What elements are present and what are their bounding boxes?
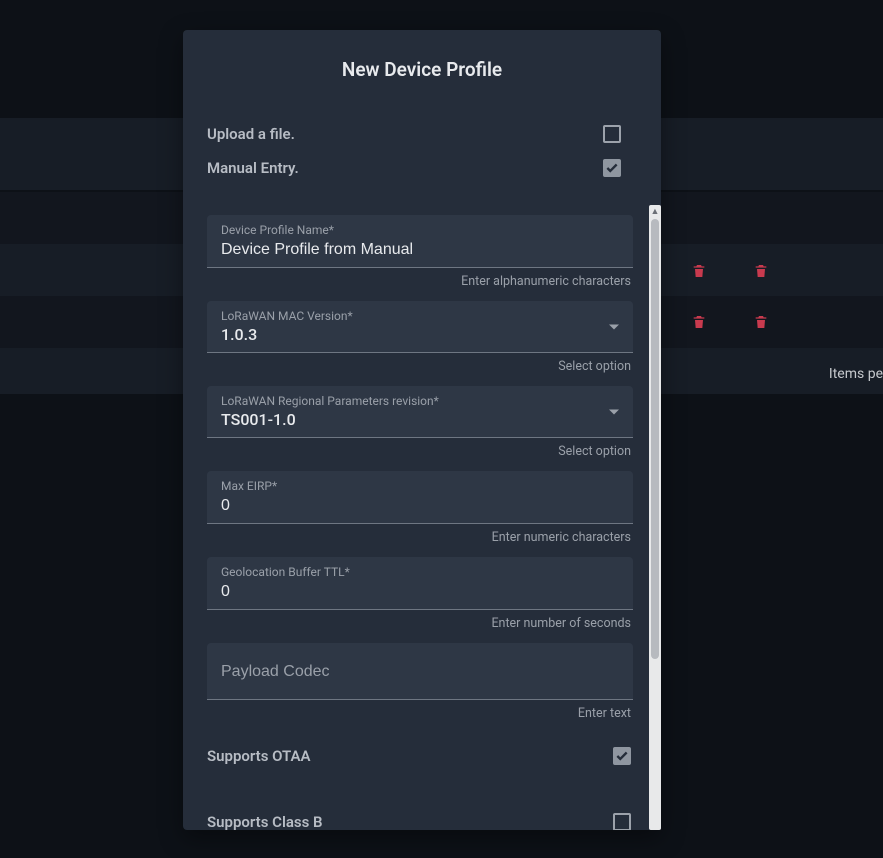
manual-entry-option[interactable]: Manual Entry.	[183, 151, 661, 185]
supports-class-b-row: Supports Class B	[207, 799, 633, 830]
payload-codec-field[interactable]	[207, 643, 633, 700]
trash-icon[interactable]	[753, 263, 769, 279]
field-helper: Enter number of seconds	[207, 616, 631, 631]
device-profile-name-input[interactable]	[221, 241, 619, 259]
scrollbar-thumb[interactable]	[651, 219, 659, 659]
max-eirp-field[interactable]: Max EIRP*	[207, 471, 633, 524]
payload-codec-input[interactable]	[221, 663, 619, 681]
upload-file-checkbox[interactable]	[603, 125, 621, 143]
device-profile-name-field[interactable]: Device Profile Name*	[207, 215, 633, 268]
upload-file-label: Upload a file.	[207, 125, 295, 143]
mac-version-field[interactable]: LoRaWAN MAC Version* 1.0.3	[207, 301, 633, 353]
field-helper: Enter text	[207, 706, 631, 721]
field-label: LoRaWAN MAC Version*	[221, 309, 619, 323]
upload-file-option[interactable]: Upload a file.	[183, 117, 661, 151]
mac-version-value: 1.0.3	[221, 325, 619, 344]
scrollbar[interactable]: ▲	[649, 205, 661, 830]
field-helper: Enter alphanumeric characters	[207, 274, 631, 289]
field-label: Geolocation Buffer TTL*	[221, 565, 619, 579]
supports-otaa-checkbox[interactable]	[613, 747, 631, 765]
geo-ttl-input[interactable]	[221, 583, 619, 601]
manual-entry-checkbox[interactable]	[603, 159, 621, 177]
field-label: Max EIRP*	[221, 479, 619, 493]
regional-params-field[interactable]: LoRaWAN Regional Parameters revision* TS…	[207, 386, 633, 438]
manual-entry-label: Manual Entry.	[207, 159, 299, 177]
chevron-down-icon[interactable]	[609, 409, 619, 414]
max-eirp-input[interactable]	[221, 497, 619, 515]
new-device-profile-modal: New Device Profile Upload a file. Manual…	[183, 30, 661, 830]
field-label: LoRaWAN Regional Parameters revision*	[221, 394, 619, 408]
form-scroll-area: Device Profile Name* Enter alphanumeric …	[183, 205, 649, 830]
field-helper: Enter numeric characters	[207, 530, 631, 545]
supports-class-b-label: Supports Class B	[207, 813, 323, 830]
items-per-page-label: Items pe	[829, 366, 883, 382]
supports-otaa-row: Supports OTAA	[207, 733, 633, 779]
field-helper: Select option	[207, 444, 631, 459]
regional-params-value: TS001-1.0	[221, 410, 619, 429]
modal-title: New Device Profile	[183, 30, 661, 117]
field-label: Device Profile Name*	[221, 223, 619, 237]
trash-icon[interactable]	[691, 314, 707, 330]
trash-icon[interactable]	[753, 314, 769, 330]
field-helper: Select option	[207, 359, 631, 374]
scrollbar-up-arrow-icon[interactable]: ▲	[649, 205, 661, 217]
trash-icon[interactable]	[691, 263, 707, 279]
supports-otaa-label: Supports OTAA	[207, 747, 311, 765]
chevron-down-icon[interactable]	[609, 324, 619, 329]
supports-class-b-checkbox[interactable]	[613, 813, 631, 830]
geo-ttl-field[interactable]: Geolocation Buffer TTL*	[207, 557, 633, 610]
